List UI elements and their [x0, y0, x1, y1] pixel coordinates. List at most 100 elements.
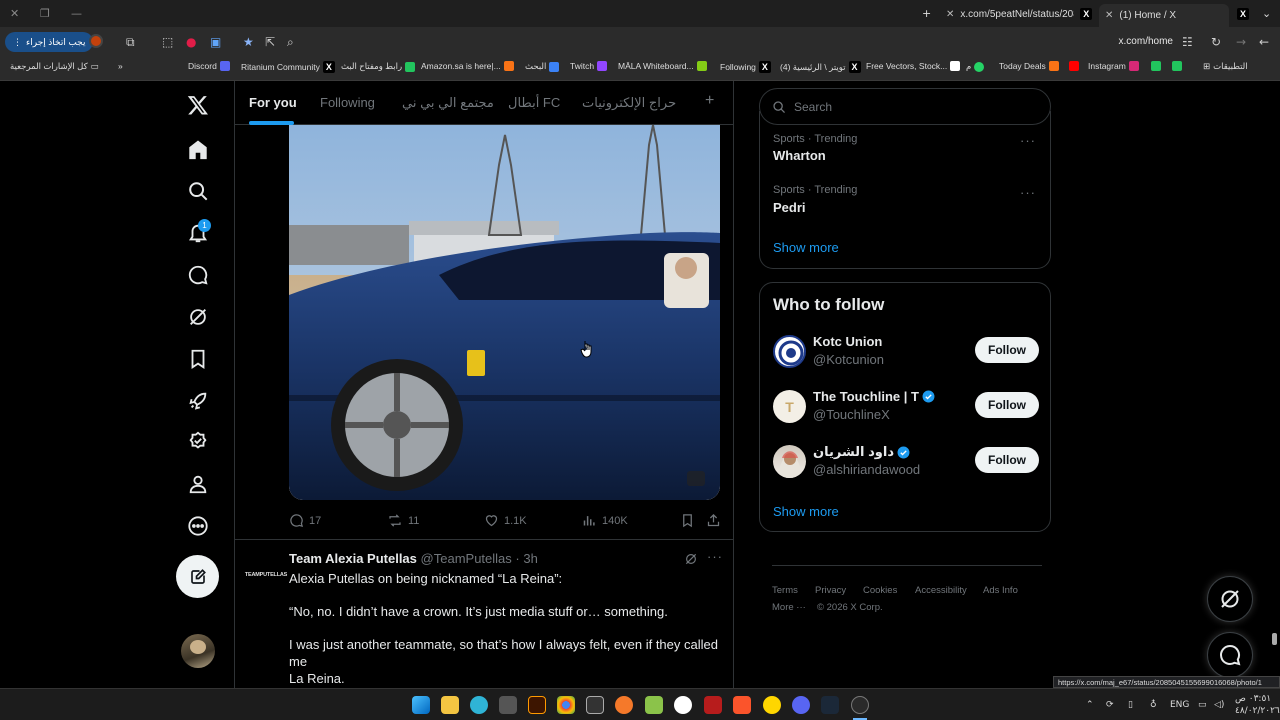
share-icon[interactable]: ⇱: [265, 35, 275, 49]
x-logo-icon[interactable]: [176, 87, 220, 123]
suggestion-name[interactable]: Kotc Union: [813, 334, 882, 349]
calculator-icon[interactable]: [586, 696, 604, 714]
tray-volume-icon[interactable]: ◁): [1214, 700, 1224, 710]
tray-sync-icon[interactable]: ⟳: [1106, 700, 1114, 710]
views-button[interactable]: 140K: [582, 513, 628, 528]
bookmark-ritanium[interactable]: Ritanium Community X: [241, 61, 335, 73]
tweet-author-handle[interactable]: @TeamPutellas: [421, 551, 512, 566]
tab-community-3[interactable]: حراج الإلكترونيات: [582, 95, 676, 111]
store-icon[interactable]: [499, 696, 517, 714]
tab-search-icon[interactable]: ⌄: [1262, 7, 1271, 20]
bookmark-apps[interactable]: ⊞ التطبيقات: [1203, 61, 1248, 72]
bookmark-star-icon[interactable]: ★: [243, 35, 254, 49]
share-button[interactable]: [706, 513, 721, 528]
trend-more-icon[interactable]: ···: [1020, 185, 1036, 200]
tab-community-2[interactable]: أبطال FC: [508, 95, 560, 111]
window-close-icon[interactable]: ✕: [10, 7, 19, 20]
repost-button[interactable]: 11: [387, 513, 419, 528]
bookmark-following[interactable]: Following X: [720, 61, 771, 73]
page-scrollbar-thumb[interactable]: [1272, 633, 1277, 645]
wtf-show-more-link[interactable]: Show more: [773, 504, 839, 519]
tab-following[interactable]: Following: [320, 95, 375, 110]
follow-suggestion[interactable]: Kotc Union @Kotcunion Follow: [773, 333, 1039, 373]
kick-bookmark[interactable]: [1151, 61, 1161, 71]
steam-icon[interactable]: [821, 696, 839, 714]
new-tab-icon[interactable]: +: [922, 7, 931, 20]
footer-more-link[interactable]: More ···: [772, 602, 806, 613]
clock-date[interactable]: ٤٨/٠٢/٢٠٢٦: [1235, 706, 1280, 716]
footer-ads-link[interactable]: Ads Info: [983, 585, 1018, 596]
reload-icon[interactable]: ↻: [1211, 35, 1221, 49]
edge-icon[interactable]: [470, 696, 488, 714]
tab-for-you[interactable]: For you: [249, 95, 297, 110]
bookmark-twitch[interactable]: Twitch: [570, 61, 608, 71]
file-explorer-icon[interactable]: [441, 696, 459, 714]
bookmark-stream-key[interactable]: رابط ومفتاح البث: [341, 61, 416, 72]
profile-avatar[interactable]: [89, 34, 103, 48]
bookmark-whatsapp[interactable]: م: [966, 61, 985, 72]
home-icon[interactable]: [176, 132, 220, 168]
clock-time[interactable]: ٠٣:٥١ ص: [1235, 694, 1271, 704]
tray-battery-icon[interactable]: ▯: [1128, 700, 1133, 710]
footer-terms-link[interactable]: Terms: [772, 585, 798, 596]
window-restore-icon[interactable]: ❐: [40, 7, 50, 20]
more-circle-icon[interactable]: [176, 508, 220, 544]
messages-icon[interactable]: [176, 257, 220, 293]
suggestion-avatar[interactable]: [773, 445, 806, 478]
start-menu-icon[interactable]: [412, 696, 430, 714]
extension-icon[interactable]: ⧉: [126, 35, 135, 50]
extension-blue-icon[interactable]: ▣: [210, 35, 221, 49]
follow-suggestion[interactable]: داود الشريان @alshiriandawood Follow: [773, 443, 1039, 483]
footer-privacy-link[interactable]: Privacy: [815, 585, 846, 596]
account-avatar[interactable]: [181, 634, 215, 668]
back-icon[interactable]: ←: [1259, 35, 1269, 49]
discord-icon[interactable]: [792, 696, 810, 714]
trend-name[interactable]: Wharton: [773, 148, 826, 163]
follow-button[interactable]: Follow: [975, 337, 1039, 363]
tweet-media-image[interactable]: [289, 125, 720, 500]
tweet-time[interactable]: 3h: [523, 551, 537, 566]
footer-cookies-link[interactable]: Cookies: [863, 585, 897, 596]
tab-status[interactable]: ✕ x.com/5peatNel/status/208549... X: [940, 4, 1098, 24]
like-button[interactable]: 1.1K: [484, 513, 527, 528]
bookmark-search[interactable]: البحث: [525, 61, 560, 72]
tab-community-1[interactable]: مجتمع الي بي ني: [402, 95, 494, 111]
add-tab-icon[interactable]: +: [705, 92, 714, 110]
profile-icon[interactable]: [176, 466, 220, 502]
suggestion-avatar[interactable]: [773, 335, 806, 368]
grok-app-icon[interactable]: [851, 696, 869, 714]
bookmark-all-folder[interactable]: كل الإشارات المرجعية ▭: [10, 61, 99, 72]
illustrator-icon[interactable]: [528, 696, 546, 714]
action-required-button[interactable]: ⋮ يجب اتخاذ إجراء: [5, 32, 94, 52]
tweet-more-icon[interactable]: ···: [707, 549, 723, 564]
youtube-bookmark[interactable]: [1069, 61, 1079, 71]
address-bar-url[interactable]: x.com/home: [1119, 36, 1173, 47]
messages-fab-button[interactable]: [1207, 632, 1253, 678]
tweet-alexia[interactable]: TEAMPUTELLAS Team Alexia Putellas @TeamP…: [235, 539, 733, 688]
window-minimize-icon[interactable]: —: [71, 7, 82, 20]
forward-icon[interactable]: →: [1236, 35, 1246, 49]
rocket-icon[interactable]: [176, 383, 220, 419]
chrome-icon[interactable]: [557, 696, 575, 714]
grok-icon[interactable]: [176, 299, 220, 335]
tray-chevron-icon[interactable]: ⌃: [1086, 700, 1094, 710]
compose-post-button[interactable]: [176, 555, 219, 598]
tray-mic-icon[interactable]: ♁: [1150, 700, 1157, 710]
trend-name[interactable]: Pedri: [773, 200, 806, 215]
app-yellow-icon[interactable]: [763, 696, 781, 714]
trends-show-more-link[interactable]: Show more: [773, 240, 839, 255]
brave-icon[interactable]: [733, 696, 751, 714]
bookmark-amazon[interactable]: Amazon.sa is here|...: [421, 61, 514, 71]
footer-accessibility-link[interactable]: Accessibility: [915, 585, 967, 596]
bookmark-twitter-home[interactable]: تويتر \ الرئيسية (4) X: [780, 61, 861, 73]
reply-button[interactable]: 17: [289, 513, 321, 528]
bookmark-instagram[interactable]: Instagram: [1088, 61, 1139, 71]
explore-search-icon[interactable]: [176, 173, 220, 209]
search-input[interactable]: Search: [759, 88, 1051, 125]
affinity-icon[interactable]: [704, 696, 722, 714]
tab-close-icon[interactable]: ✕: [946, 9, 954, 20]
site-settings-icon[interactable]: ☷: [1182, 35, 1193, 49]
minecraft-icon[interactable]: [645, 696, 663, 714]
kick-bookmark-2[interactable]: [1172, 61, 1182, 71]
bookmarks-icon[interactable]: [176, 341, 220, 377]
